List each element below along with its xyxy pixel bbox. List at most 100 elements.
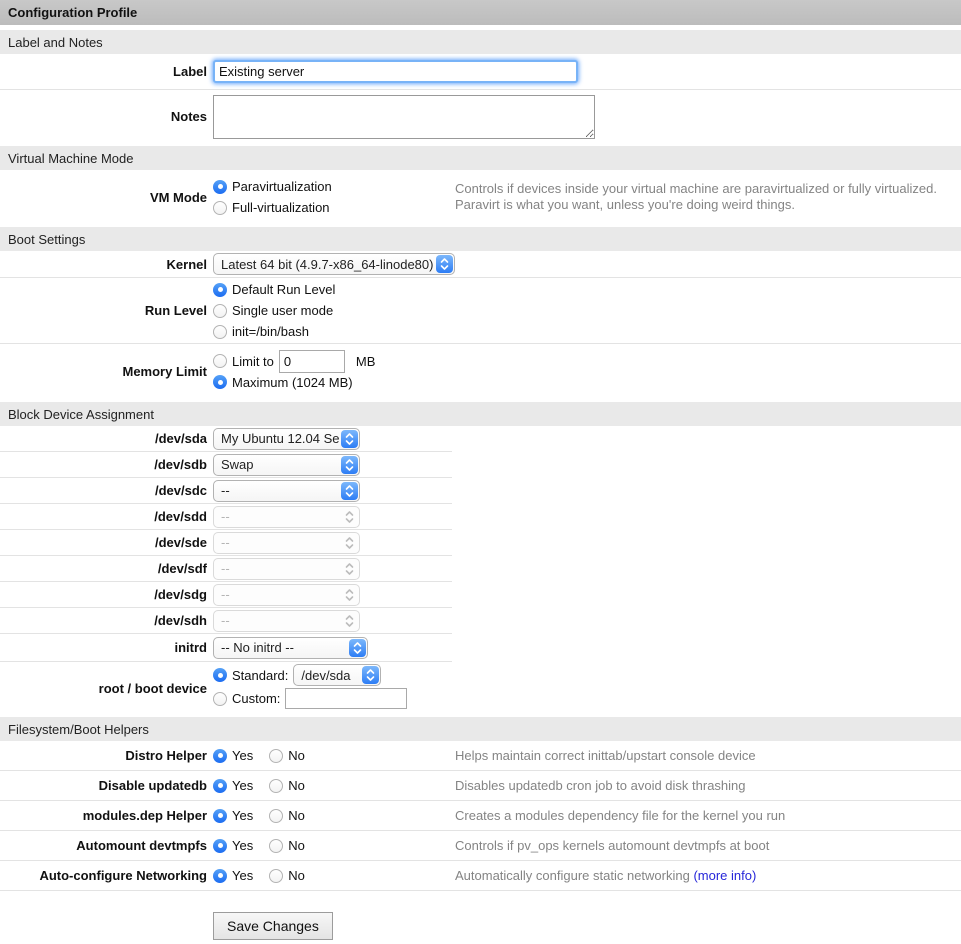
helper-row-modules-dep: modules.dep Helper Yes No Creates a modu… xyxy=(0,801,961,831)
block-device-label: /dev/sdd xyxy=(0,504,207,529)
block-device-row-sdb: /dev/sdb Swap xyxy=(0,452,452,478)
memory-limit-label: Memory Limit xyxy=(0,344,207,399)
run-level-default-radio[interactable] xyxy=(213,283,227,297)
helper-label: Auto-configure Networking xyxy=(0,861,207,890)
notes-textarea[interactable] xyxy=(213,95,595,139)
auto-configure-networking-no-radio[interactable] xyxy=(269,869,283,883)
select-stepper-icon xyxy=(341,430,358,448)
block-device-label: /dev/sdc xyxy=(0,478,207,503)
root-standard-radio[interactable] xyxy=(213,668,227,682)
disable-updatedb-yes-radio[interactable] xyxy=(213,779,227,793)
block-device-label: /dev/sdb xyxy=(0,452,207,477)
initrd-row: initrd -- No initrd -- xyxy=(0,634,452,662)
memory-limit-to-radio[interactable] xyxy=(213,354,227,368)
run-level-label: Run Level xyxy=(0,278,207,343)
select-stepper-icon xyxy=(362,666,379,684)
helper-label: Distro Helper xyxy=(0,741,207,770)
run-level-row: Run Level Default Run Level Single user … xyxy=(0,278,961,344)
vm-mode-paravirt-label[interactable]: Paravirtualization xyxy=(232,179,332,194)
no-label[interactable]: No xyxy=(288,868,305,883)
section-virtual-machine-mode: Virtual Machine Mode xyxy=(0,146,961,170)
select-stepper-icon xyxy=(341,534,358,552)
helper-help-text: Creates a modules dependency file for th… xyxy=(455,808,961,824)
helper-row-devtmpfs: Automount devtmpfs Yes No Controls if pv… xyxy=(0,831,961,861)
yes-label[interactable]: Yes xyxy=(232,868,253,883)
automount-devtmpfs-no-radio[interactable] xyxy=(269,839,283,853)
root-standard-select[interactable]: /dev/sda xyxy=(293,664,381,686)
page-title: Configuration Profile xyxy=(0,0,961,27)
yes-label[interactable]: Yes xyxy=(232,778,253,793)
section-boot-settings: Boot Settings xyxy=(0,227,961,251)
helper-row-distro: Distro Helper Yes No Helps maintain corr… xyxy=(0,741,961,771)
yes-label[interactable]: Yes xyxy=(232,808,253,823)
block-device-label: /dev/sdg xyxy=(0,582,207,607)
helper-help-text: Automatically configure static networkin… xyxy=(455,868,961,884)
select-stepper-icon xyxy=(436,255,453,273)
yes-label[interactable]: Yes xyxy=(232,838,253,853)
memory-maximum-radio[interactable] xyxy=(213,375,227,389)
no-label[interactable]: No xyxy=(288,808,305,823)
vm-mode-fullvirt-label[interactable]: Full-virtualization xyxy=(232,200,330,215)
save-row: Save Changes xyxy=(0,891,961,940)
run-level-single-radio[interactable] xyxy=(213,304,227,318)
root-custom-input[interactable] xyxy=(285,688,407,709)
initrd-select[interactable]: -- No initrd -- xyxy=(213,637,368,659)
block-device-row-sdd: /dev/sdd -- xyxy=(0,504,452,530)
run-level-default-label[interactable]: Default Run Level xyxy=(232,282,335,297)
block-device-sda-value: My Ubuntu 12.04 Server xyxy=(221,431,340,446)
run-level-init-radio[interactable] xyxy=(213,325,227,339)
section-block-device-assignment: Block Device Assignment xyxy=(0,402,961,426)
select-stepper-icon xyxy=(341,456,358,474)
automount-devtmpfs-yes-radio[interactable] xyxy=(213,839,227,853)
no-label[interactable]: No xyxy=(288,748,305,763)
memory-limit-to-label[interactable]: Limit to xyxy=(232,354,274,369)
no-label[interactable]: No xyxy=(288,778,305,793)
helper-label: Automount devtmpfs xyxy=(0,831,207,860)
memory-limit-input[interactable] xyxy=(279,350,345,373)
more-info-link[interactable]: (more info) xyxy=(693,868,756,883)
modules-dep-yes-radio[interactable] xyxy=(213,809,227,823)
distro-helper-yes-radio[interactable] xyxy=(213,749,227,763)
modules-dep-no-radio[interactable] xyxy=(269,809,283,823)
root-custom-radio[interactable] xyxy=(213,692,227,706)
block-device-sdh-select: -- xyxy=(213,610,360,632)
vm-mode-row: VM Mode Paravirtualization Full-virtuali… xyxy=(0,170,961,224)
select-stepper-icon xyxy=(341,508,358,526)
root-boot-device-row: root / boot device Standard: /dev/sda Cu… xyxy=(0,662,452,714)
select-stepper-icon xyxy=(341,482,358,500)
disable-updatedb-no-radio[interactable] xyxy=(269,779,283,793)
block-device-sde-value: -- xyxy=(221,535,230,550)
vm-mode-paravirt-radio[interactable] xyxy=(213,180,227,194)
vm-mode-fullvirt-radio[interactable] xyxy=(213,201,227,215)
run-level-init-label[interactable]: init=/bin/bash xyxy=(232,324,309,339)
block-device-sdc-select[interactable]: -- xyxy=(213,480,360,502)
label-input[interactable] xyxy=(213,60,578,83)
root-standard-label[interactable]: Standard: xyxy=(232,668,288,683)
initrd-value: -- No initrd -- xyxy=(221,640,294,655)
block-device-sdc-value: -- xyxy=(221,483,230,498)
block-device-sda-select[interactable]: My Ubuntu 12.04 Server xyxy=(213,428,360,450)
kernel-row: Kernel Latest 64 bit (4.9.7-x86_64-linod… xyxy=(0,251,961,278)
memory-maximum-label[interactable]: Maximum (1024 MB) xyxy=(232,375,353,390)
kernel-select[interactable]: Latest 64 bit (4.9.7-x86_64-linode80) xyxy=(213,253,455,275)
root-custom-label[interactable]: Custom: xyxy=(232,691,280,706)
block-device-row-sdh: /dev/sdh -- xyxy=(0,608,452,634)
auto-configure-networking-yes-radio[interactable] xyxy=(213,869,227,883)
run-level-single-label[interactable]: Single user mode xyxy=(232,303,333,318)
block-device-sdg-select: -- xyxy=(213,584,360,606)
no-label[interactable]: No xyxy=(288,838,305,853)
block-device-sdb-select[interactable]: Swap xyxy=(213,454,360,476)
kernel-selected-value: Latest 64 bit (4.9.7-x86_64-linode80) xyxy=(221,257,433,272)
block-device-sdh-value: -- xyxy=(221,613,230,628)
yes-label[interactable]: Yes xyxy=(232,748,253,763)
helper-label: Disable updatedb xyxy=(0,771,207,800)
save-changes-button[interactable]: Save Changes xyxy=(213,912,333,940)
block-device-label: /dev/sde xyxy=(0,530,207,555)
label-row: Label xyxy=(0,54,961,90)
section-filesystem-boot-helpers: Filesystem/Boot Helpers xyxy=(0,717,961,741)
distro-helper-no-radio[interactable] xyxy=(269,749,283,763)
block-device-sdf-select: -- xyxy=(213,558,360,580)
block-device-sdb-value: Swap xyxy=(221,457,254,472)
select-stepper-icon xyxy=(341,612,358,630)
block-device-sdd-value: -- xyxy=(221,509,230,524)
